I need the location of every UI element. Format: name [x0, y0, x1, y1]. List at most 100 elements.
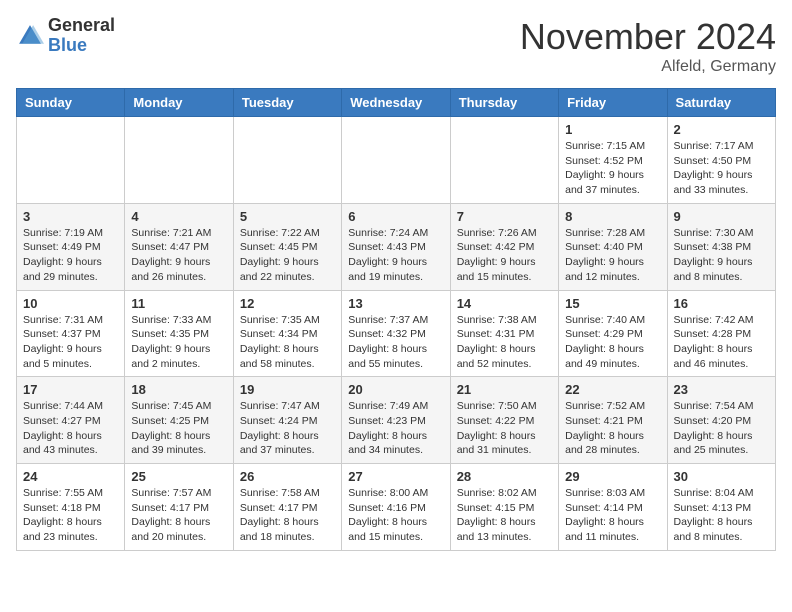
- day-number: 1: [565, 122, 660, 137]
- calendar-cell: 19Sunrise: 7:47 AM Sunset: 4:24 PM Dayli…: [233, 377, 341, 464]
- day-number: 27: [348, 469, 443, 484]
- weekday-header-friday: Friday: [559, 89, 667, 117]
- calendar-cell: 13 Sunrise: 7:37 AM Sunset: 4:32 PM Dayli…: [342, 290, 450, 377]
- calendar-cell: 6Sunrise: 7:24 AM Sunset: 4:43 PM Daylig…: [342, 203, 450, 290]
- calendar-cell: 12Sunrise: 7:35 AM Sunset: 4:34 PM Dayli…: [233, 290, 341, 377]
- day-info: Sunrise: 8:04 AM Sunset: 4:13 PM Dayligh…: [674, 486, 769, 545]
- calendar-cell: 3Sunrise: 7:19 AM Sunset: 4:49 PM Daylig…: [17, 203, 125, 290]
- day-info: Sunrise: 7:35 AM Sunset: 4:34 PM Dayligh…: [240, 313, 335, 372]
- day-number: 18: [131, 382, 226, 397]
- day-info: Sunrise: 7:15 AM Sunset: 4:52 PM Dayligh…: [565, 139, 660, 198]
- day-info: Sunrise: 7:17 AM Sunset: 4:50 PM Dayligh…: [674, 139, 769, 198]
- day-info: Sunrise: 7:26 AM Sunset: 4:42 PM Dayligh…: [457, 226, 552, 285]
- calendar-cell: 11 Sunrise: 7:33 AM Sunset: 4:35 PM Dayli…: [125, 290, 233, 377]
- calendar-cell: 2 Sunrise: 7:17 AM Sunset: 4:50 PM Daylig…: [667, 117, 775, 204]
- day-number: 30: [674, 469, 769, 484]
- calendar-cell: 29 Sunrise: 8:03 AM Sunset: 4:14 PM Dayli…: [559, 464, 667, 551]
- day-info: Sunrise: 7:40 AM Sunset: 4:29 PM Dayligh…: [565, 313, 660, 372]
- day-number: 8: [565, 209, 660, 224]
- day-info: Sunrise: 7:28 AM Sunset: 4:40 PM Dayligh…: [565, 226, 660, 285]
- day-info: Sunrise: 7:47 AM Sunset: 4:24 PM Dayligh…: [240, 399, 335, 458]
- calendar-cell: 25 Sunrise: 7:57 AM Sunset: 4:17 PM Dayli…: [125, 464, 233, 551]
- day-info: Sunrise: 8:00 AM Sunset: 4:16 PM Dayligh…: [348, 486, 443, 545]
- day-info: Sunrise: 7:38 AM Sunset: 4:31 PM Dayligh…: [457, 313, 552, 372]
- day-number: 4: [131, 209, 226, 224]
- calendar-cell: 1 Sunrise: 7:15 AM Sunset: 4:52 PM Daylig…: [559, 117, 667, 204]
- day-number: 6: [348, 209, 443, 224]
- day-info: Sunrise: 7:55 AM Sunset: 4:18 PM Dayligh…: [23, 486, 118, 545]
- day-number: 28: [457, 469, 552, 484]
- day-number: 11: [131, 296, 226, 311]
- day-number: 20: [348, 382, 443, 397]
- calendar-cell: [125, 117, 233, 204]
- calendar-cell: 21 Sunrise: 7:50 AM Sunset: 4:22 PM Dayli…: [450, 377, 558, 464]
- day-number: 2: [674, 122, 769, 137]
- location: Alfeld, Germany: [520, 58, 776, 76]
- calendar-cell: 22 Sunrise: 7:52 AM Sunset: 4:21 PM Dayli…: [559, 377, 667, 464]
- day-number: 5: [240, 209, 335, 224]
- week-row-2: 3Sunrise: 7:19 AM Sunset: 4:49 PM Daylig…: [17, 203, 776, 290]
- day-info: Sunrise: 7:31 AM Sunset: 4:37 PM Dayligh…: [23, 313, 118, 372]
- week-row-5: 24Sunrise: 7:55 AM Sunset: 4:18 PM Dayli…: [17, 464, 776, 551]
- day-info: Sunrise: 7:33 AM Sunset: 4:35 PM Dayligh…: [131, 313, 226, 372]
- day-number: 3: [23, 209, 118, 224]
- calendar-cell: [233, 117, 341, 204]
- calendar-cell: 28 Sunrise: 8:02 AM Sunset: 4:15 PM Dayli…: [450, 464, 558, 551]
- day-number: 9: [674, 209, 769, 224]
- calendar-cell: 5Sunrise: 7:22 AM Sunset: 4:45 PM Daylig…: [233, 203, 341, 290]
- logo-general: General: [48, 16, 115, 36]
- day-number: 7: [457, 209, 552, 224]
- day-info: Sunrise: 8:02 AM Sunset: 4:15 PM Dayligh…: [457, 486, 552, 545]
- month-title: November 2024: [520, 16, 776, 58]
- logo: General Blue: [16, 16, 115, 56]
- calendar-cell: [342, 117, 450, 204]
- day-info: Sunrise: 7:37 AM Sunset: 4:32 PM Dayligh…: [348, 313, 443, 372]
- day-info: Sunrise: 7:52 AM Sunset: 4:21 PM Dayligh…: [565, 399, 660, 458]
- calendar-cell: 18 Sunrise: 7:45 AM Sunset: 4:25 PM Dayli…: [125, 377, 233, 464]
- calendar-cell: 23Sunrise: 7:54 AM Sunset: 4:20 PM Dayli…: [667, 377, 775, 464]
- day-number: 29: [565, 469, 660, 484]
- day-info: Sunrise: 7:30 AM Sunset: 4:38 PM Dayligh…: [674, 226, 769, 285]
- day-info: Sunrise: 8:03 AM Sunset: 4:14 PM Dayligh…: [565, 486, 660, 545]
- week-row-3: 10 Sunrise: 7:31 AM Sunset: 4:37 PM Dayli…: [17, 290, 776, 377]
- calendar-cell: 15Sunrise: 7:40 AM Sunset: 4:29 PM Dayli…: [559, 290, 667, 377]
- day-info: Sunrise: 7:45 AM Sunset: 4:25 PM Dayligh…: [131, 399, 226, 458]
- weekday-header-monday: Monday: [125, 89, 233, 117]
- title-block: November 2024 Alfeld, Germany: [520, 16, 776, 76]
- weekday-header-saturday: Saturday: [667, 89, 775, 117]
- day-number: 10: [23, 296, 118, 311]
- weekday-header-tuesday: Tuesday: [233, 89, 341, 117]
- day-info: Sunrise: 7:50 AM Sunset: 4:22 PM Dayligh…: [457, 399, 552, 458]
- day-number: 22: [565, 382, 660, 397]
- week-row-1: 1 Sunrise: 7:15 AM Sunset: 4:52 PM Daylig…: [17, 117, 776, 204]
- day-number: 16: [674, 296, 769, 311]
- day-info: Sunrise: 7:42 AM Sunset: 4:28 PM Dayligh…: [674, 313, 769, 372]
- day-info: Sunrise: 7:44 AM Sunset: 4:27 PM Dayligh…: [23, 399, 118, 458]
- day-number: 21: [457, 382, 552, 397]
- calendar-cell: 27 Sunrise: 8:00 AM Sunset: 4:16 PM Dayli…: [342, 464, 450, 551]
- calendar-cell: 16 Sunrise: 7:42 AM Sunset: 4:28 PM Dayli…: [667, 290, 775, 377]
- weekday-header-sunday: Sunday: [17, 89, 125, 117]
- calendar-cell: 24Sunrise: 7:55 AM Sunset: 4:18 PM Dayli…: [17, 464, 125, 551]
- calendar-cell: 20 Sunrise: 7:49 AM Sunset: 4:23 PM Dayli…: [342, 377, 450, 464]
- day-number: 25: [131, 469, 226, 484]
- calendar-cell: 17 Sunrise: 7:44 AM Sunset: 4:27 PM Dayli…: [17, 377, 125, 464]
- day-number: 17: [23, 382, 118, 397]
- day-info: Sunrise: 7:58 AM Sunset: 4:17 PM Dayligh…: [240, 486, 335, 545]
- page-header: General Blue November 2024 Alfeld, Germa…: [16, 16, 776, 76]
- calendar-cell: 7 Sunrise: 7:26 AM Sunset: 4:42 PM Daylig…: [450, 203, 558, 290]
- weekday-header-thursday: Thursday: [450, 89, 558, 117]
- day-info: Sunrise: 7:21 AM Sunset: 4:47 PM Dayligh…: [131, 226, 226, 285]
- calendar-cell: 30 Sunrise: 8:04 AM Sunset: 4:13 PM Dayli…: [667, 464, 775, 551]
- calendar-cell: 4 Sunrise: 7:21 AM Sunset: 4:47 PM Daylig…: [125, 203, 233, 290]
- day-info: Sunrise: 7:49 AM Sunset: 4:23 PM Dayligh…: [348, 399, 443, 458]
- day-number: 26: [240, 469, 335, 484]
- calendar-cell: [17, 117, 125, 204]
- day-number: 13: [348, 296, 443, 311]
- day-info: Sunrise: 7:57 AM Sunset: 4:17 PM Dayligh…: [131, 486, 226, 545]
- calendar-table: SundayMondayTuesdayWednesdayThursdayFrid…: [16, 88, 776, 551]
- calendar-cell: 14Sunrise: 7:38 AM Sunset: 4:31 PM Dayli…: [450, 290, 558, 377]
- week-row-4: 17 Sunrise: 7:44 AM Sunset: 4:27 PM Dayli…: [17, 377, 776, 464]
- logo-blue: Blue: [48, 36, 115, 56]
- day-info: Sunrise: 7:54 AM Sunset: 4:20 PM Dayligh…: [674, 399, 769, 458]
